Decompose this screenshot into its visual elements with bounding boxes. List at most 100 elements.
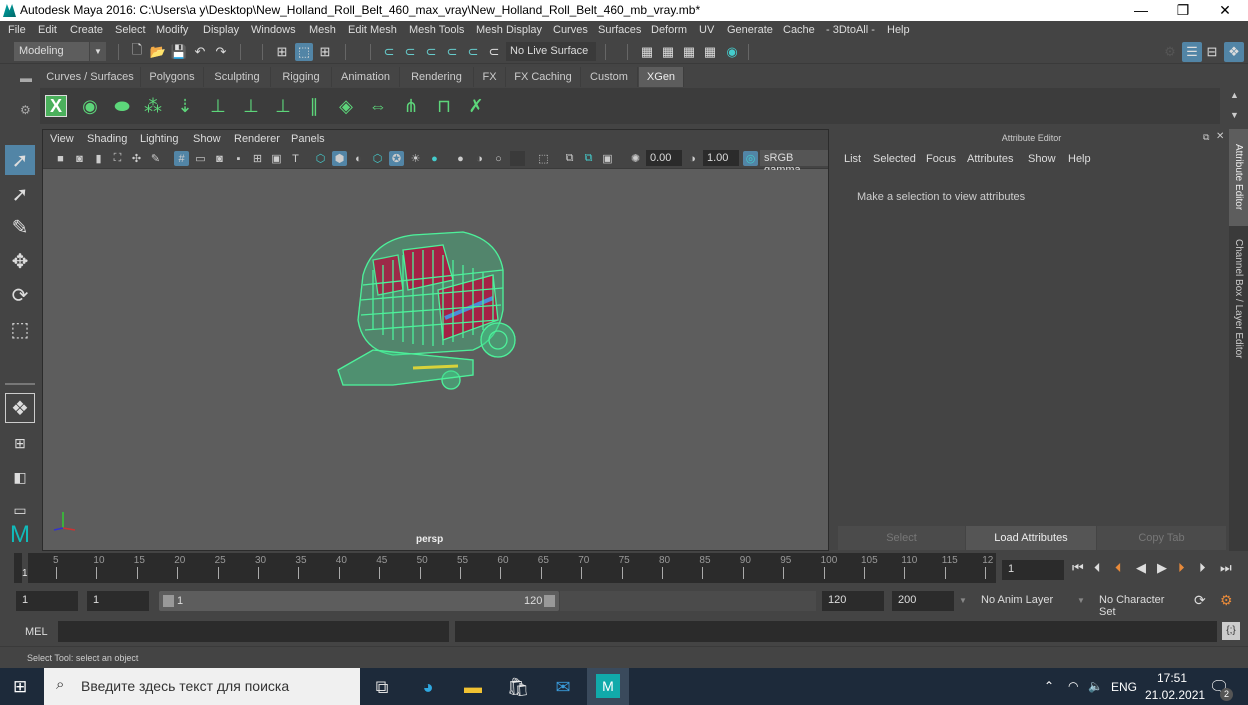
script-editor-icon[interactable]: {;} bbox=[1222, 622, 1240, 640]
move-tool-icon[interactable]: ✥ bbox=[5, 246, 35, 276]
depth-of-field-icon[interactable] bbox=[510, 151, 525, 166]
shelf-tab-rigging[interactable]: Rigging bbox=[271, 67, 332, 87]
character-set-field[interactable]: No Character Set bbox=[1093, 591, 1185, 618]
restore-button[interactable]: ❐ bbox=[1160, 0, 1206, 21]
smooth-shade-icon[interactable]: ⬢ bbox=[332, 151, 347, 166]
lasso-tool-icon[interactable]: ➚ bbox=[5, 179, 35, 209]
xgen-x-icon[interactable]: X bbox=[45, 95, 67, 117]
paint-select-tool-icon[interactable]: ✎ bbox=[5, 212, 35, 242]
add-guide-2-icon[interactable]: ⊥ bbox=[205, 93, 231, 119]
vp-menu-lighting[interactable]: Lighting bbox=[140, 133, 179, 145]
guide-eye-icon[interactable]: ⊥ bbox=[238, 93, 264, 119]
clock-time[interactable]: 17:51 bbox=[1157, 671, 1187, 685]
minimize-button[interactable]: — bbox=[1118, 0, 1164, 21]
auto-key-icon[interactable]: ⟳ bbox=[1194, 592, 1206, 609]
two-view-layout-icon[interactable]: ◧ bbox=[5, 462, 35, 492]
layers-icon[interactable]: ◈ bbox=[333, 93, 359, 119]
exposure-icon[interactable]: ✺ bbox=[628, 151, 643, 166]
anim-layer-dropdown-icon[interactable]: ▼ bbox=[959, 596, 967, 605]
live-surface-field[interactable]: No Live Surface bbox=[506, 42, 596, 61]
play-backwards-icon[interactable]: ◀ bbox=[1136, 560, 1146, 576]
range-slider[interactable]: 1 120 bbox=[159, 591, 559, 611]
menu-deform[interactable]: Deform bbox=[651, 24, 687, 36]
clock-date[interactable]: 21.02.2021 bbox=[1145, 688, 1205, 702]
motion-blur-icon[interactable]: ◑ bbox=[472, 151, 487, 166]
vp-menu-view[interactable]: View bbox=[50, 133, 74, 145]
task-view-icon[interactable]: ⧉ bbox=[370, 675, 394, 699]
menu-create[interactable]: Create bbox=[70, 24, 103, 36]
close-button[interactable]: ✕ bbox=[1202, 0, 1248, 21]
shelf-tab-custom[interactable]: Custom bbox=[581, 67, 638, 87]
select-component-icon[interactable]: ⊞ bbox=[317, 44, 333, 60]
shelf-scroll-down-icon[interactable]: ▼ bbox=[1230, 110, 1239, 120]
ae-load-attributes-button[interactable]: Load Attributes bbox=[966, 526, 1096, 550]
windows-start-icon[interactable]: ⊞ bbox=[13, 677, 27, 697]
rotate-tool-icon[interactable]: ⟳ bbox=[5, 280, 35, 310]
end-time-field[interactable]: 200 bbox=[892, 591, 954, 611]
ae-menu-focus[interactable]: Focus bbox=[926, 153, 956, 165]
ae-menu-show[interactable]: Show bbox=[1028, 153, 1056, 165]
menu-display[interactable]: Display bbox=[203, 24, 239, 36]
menu-file[interactable]: File bbox=[8, 24, 26, 36]
shelf-scroll-up-icon[interactable]: ▲ bbox=[1230, 90, 1239, 100]
range-end-handle[interactable] bbox=[544, 595, 555, 607]
xray-joints-icon[interactable]: ⧉ bbox=[581, 151, 596, 166]
tab-channel-box-layer-editor[interactable]: Channel Box / Layer Editor bbox=[1229, 229, 1248, 369]
gate-mask-icon[interactable]: ▪ bbox=[231, 151, 246, 166]
grid-icon[interactable]: # bbox=[174, 151, 189, 166]
mail-icon[interactable]: ✉ bbox=[551, 675, 575, 699]
mel-label[interactable]: MEL bbox=[25, 626, 48, 638]
menu-windows[interactable]: Windows bbox=[251, 24, 296, 36]
shadows-icon[interactable]: ● bbox=[427, 151, 442, 166]
show-hidden-icons-icon[interactable]: ⌃ bbox=[1044, 679, 1054, 693]
character-set-dropdown-icon[interactable]: ▼ bbox=[1077, 596, 1085, 605]
play-forwards-icon[interactable]: ▶ bbox=[1157, 560, 1167, 576]
ae-menu-selected[interactable]: Selected bbox=[873, 153, 916, 165]
save-scene-icon[interactable]: 💾 bbox=[171, 44, 187, 60]
shelf-tab-fx[interactable]: FX bbox=[474, 67, 506, 87]
taskbar-search-box[interactable]: ⌕ Введите здесь текст для поиска bbox=[44, 668, 360, 705]
isolate-select-icon[interactable]: ⬚ bbox=[536, 151, 551, 166]
mel-input[interactable] bbox=[58, 621, 449, 642]
delete-guide-icon[interactable]: ✗ bbox=[463, 93, 489, 119]
vp-menu-shading[interactable]: Shading bbox=[87, 133, 127, 145]
mode-dropdown[interactable]: Modeling ▼ bbox=[14, 42, 106, 61]
exposure-field[interactable]: 0.00 bbox=[646, 150, 682, 166]
four-view-layout-icon[interactable]: ⊞ bbox=[5, 428, 35, 458]
anti-aliasing-icon[interactable]: ○ bbox=[491, 151, 506, 166]
go-to-start-icon[interactable]: ⏮ bbox=[1072, 560, 1084, 576]
menu-generate[interactable]: Generate bbox=[727, 24, 773, 36]
shelf-tab-sculpting[interactable]: Sculpting bbox=[204, 67, 271, 87]
gamma-field[interactable]: 1.00 bbox=[703, 150, 739, 166]
render-view-icon[interactable]: ▦ bbox=[639, 44, 655, 60]
menu-select[interactable]: Select bbox=[115, 24, 146, 36]
menu-edit-mesh[interactable]: Edit Mesh bbox=[348, 24, 397, 36]
safe-title-icon[interactable]: T bbox=[288, 151, 303, 166]
3d-model-baler[interactable] bbox=[333, 200, 533, 400]
wireframe-on-shaded-icon[interactable]: ⬡ bbox=[370, 151, 385, 166]
step-back-frame-icon[interactable]: ⏴ bbox=[1094, 560, 1101, 576]
shelf-gear-icon[interactable]: ⚙ bbox=[20, 103, 31, 117]
single-view-layout-icon[interactable]: ❖ bbox=[5, 393, 35, 423]
anim-layer-field[interactable]: No Anim Layer bbox=[975, 591, 1067, 611]
select-object-icon[interactable]: ⬚ bbox=[295, 43, 313, 61]
ae-menu-list[interactable]: List bbox=[844, 153, 861, 165]
image-plane-icon[interactable]: ⛶ bbox=[110, 151, 125, 166]
rebuild-guide-icon[interactable]: ∥ bbox=[301, 93, 327, 119]
time-slider[interactable]: 1 5 10 15 20 25 30 35 40 45 50 55 60 65 70 75 80 85 90 95 1… bbox=[14, 553, 996, 583]
make-live-icon[interactable]: ⊂ bbox=[486, 44, 502, 60]
shelf-menu-icon[interactable]: ▬ bbox=[20, 71, 32, 85]
new-scene-icon[interactable]: 🗋 bbox=[129, 42, 145, 60]
attribute-editor-toggle-icon[interactable]: ☰ bbox=[1182, 42, 1202, 62]
render-frame-icon[interactable]: ▦ bbox=[660, 44, 676, 60]
tab-attribute-editor[interactable]: Attribute Editor bbox=[1229, 129, 1248, 226]
guide-length-icon[interactable]: ⇔ bbox=[365, 93, 391, 119]
open-scene-icon[interactable]: 📂 bbox=[150, 44, 166, 60]
modeling-toolkit-icon[interactable]: ⚙ bbox=[1162, 44, 1178, 60]
language-indicator[interactable]: ENG bbox=[1111, 680, 1137, 694]
safe-action-icon[interactable]: ▣ bbox=[269, 151, 284, 166]
viewport-canvas[interactable]: persp bbox=[43, 170, 828, 550]
use-lights-icon[interactable]: ☀ bbox=[408, 151, 423, 166]
default-material-icon[interactable]: ◐ bbox=[351, 151, 366, 166]
float-panel-icon[interactable]: ⧉ bbox=[1203, 132, 1209, 143]
